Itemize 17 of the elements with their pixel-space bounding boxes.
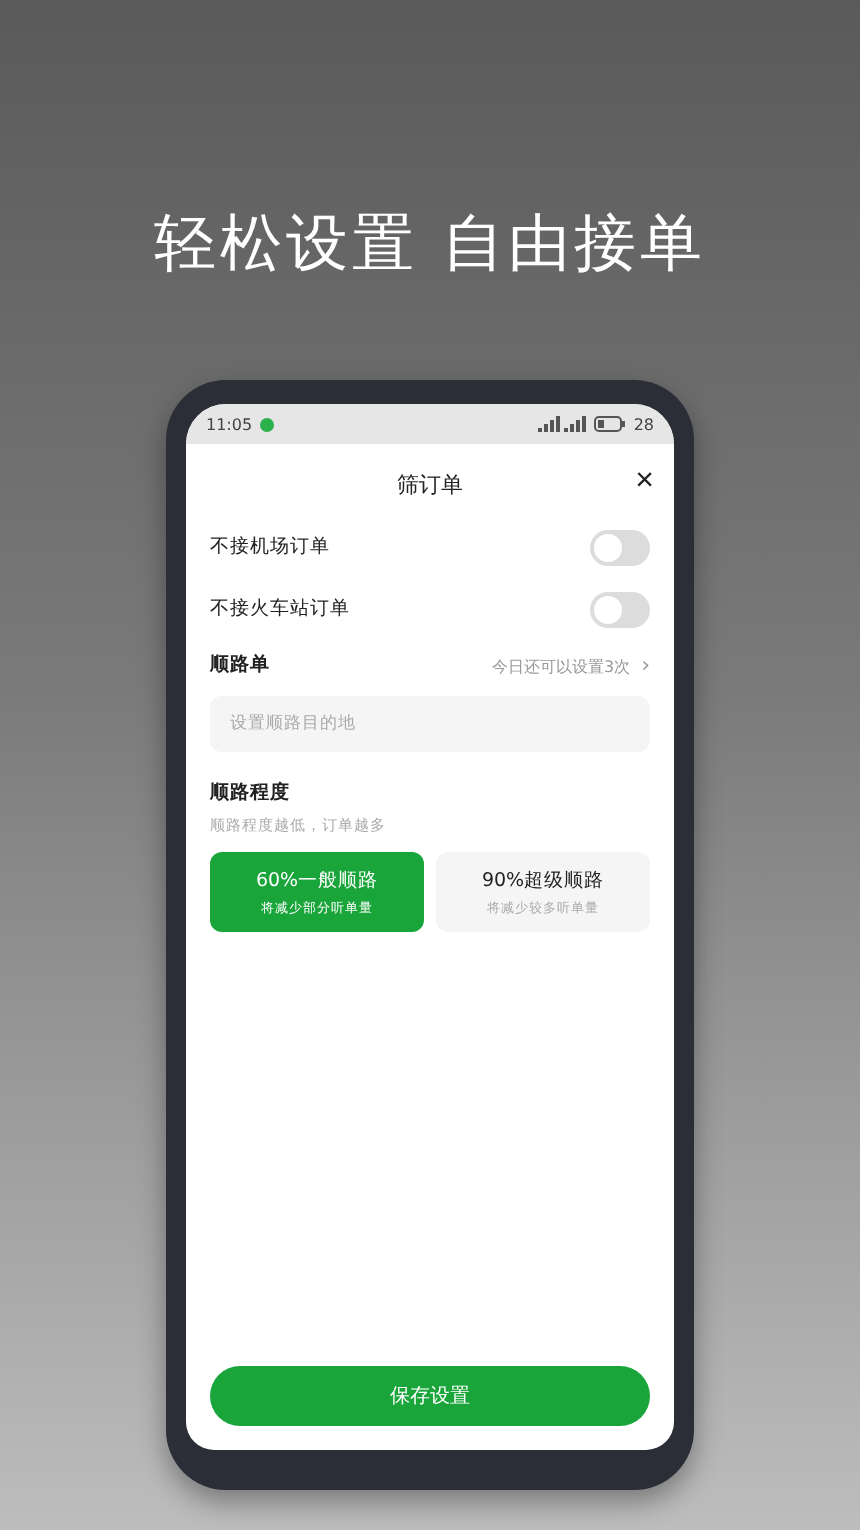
route-label: 顺路单: [210, 651, 270, 677]
status-time: 11:05: [206, 415, 253, 433]
toggle-switch[interactable]: [590, 591, 650, 627]
headline: 轻松设置 自由接单: [154, 206, 706, 284]
battery-icon: [593, 416, 626, 432]
battery-percent: 28: [633, 415, 654, 433]
toggle-label: 不接火车站订单: [210, 596, 350, 622]
degree-label: 顺路程度: [208, 780, 292, 806]
close-button[interactable]: ×: [631, 464, 658, 500]
remaining-hint[interactable]: 今日还可以设置3次 ›: [491, 651, 650, 677]
app-dot-icon: [260, 417, 275, 431]
dialog-title: 筛订单: [397, 469, 463, 499]
signal-icon: [537, 416, 586, 432]
toggle-label: 不接机场订单: [210, 534, 330, 560]
destination-field[interactable]: 设置顺路目的地: [210, 696, 650, 752]
save-button[interactable]: 保存设置: [210, 1366, 650, 1426]
toggle-switch[interactable]: [590, 529, 650, 565]
